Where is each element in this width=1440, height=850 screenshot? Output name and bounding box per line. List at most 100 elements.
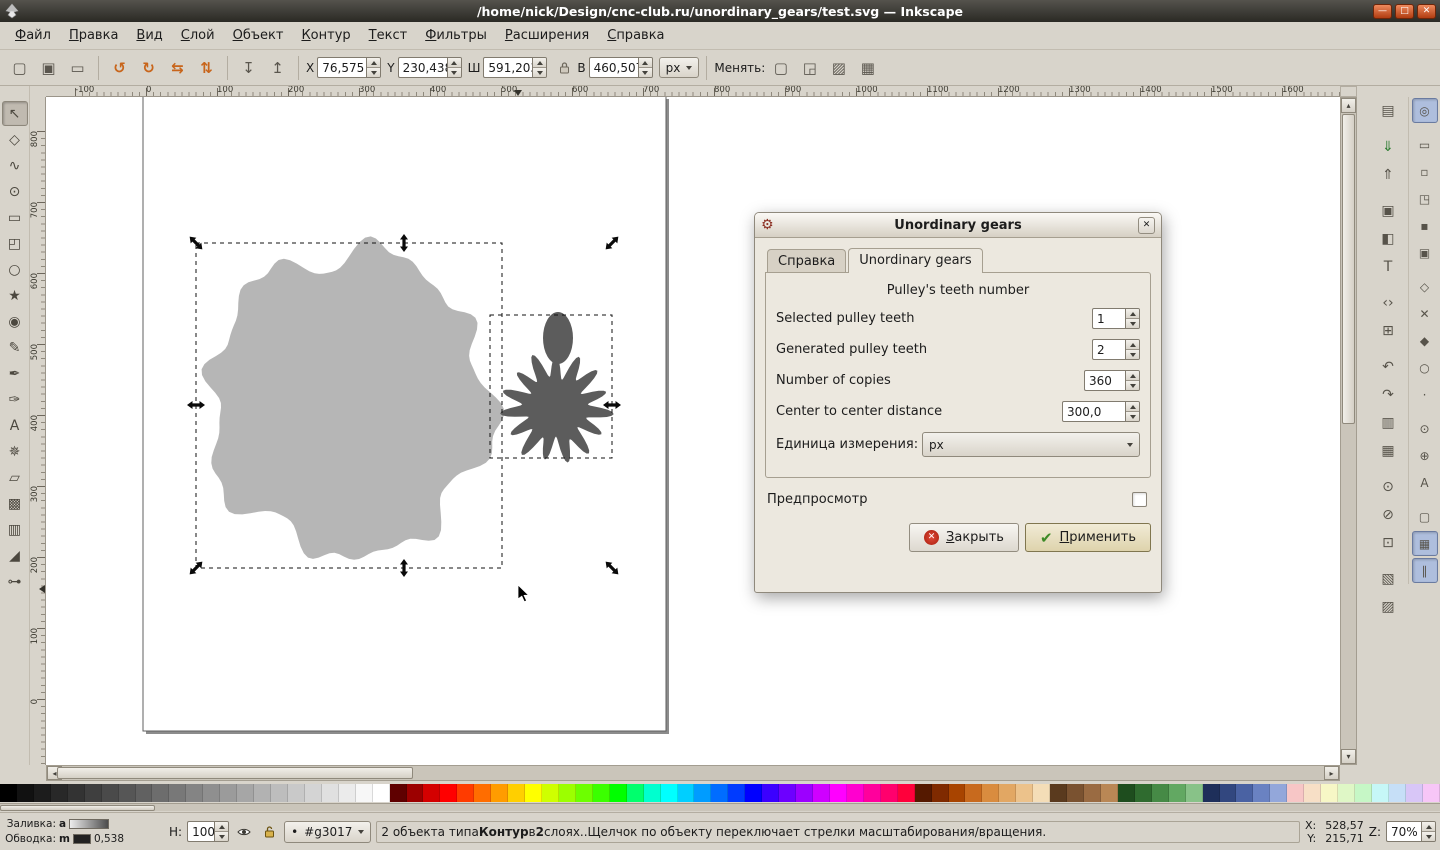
palette-swatch[interactable]: [135, 784, 153, 802]
lock-aspect-ratio-toggle[interactable]: [555, 57, 573, 78]
text-tool[interactable]: A: [2, 413, 28, 438]
snap-nodes-toggle[interactable]: ◇: [1412, 274, 1438, 299]
menu-item-8[interactable]: Фильтры: [416, 24, 496, 47]
scale-corners-toggle[interactable]: ◲: [796, 54, 823, 81]
dialog-field-spinbox[interactable]: 2: [1092, 339, 1140, 360]
maximize-button[interactable]: □: [1395, 3, 1414, 19]
palette-swatch[interactable]: [1405, 784, 1423, 802]
palette-swatch[interactable]: [372, 784, 390, 802]
palette-swatch[interactable]: [575, 784, 593, 802]
palette-swatch[interactable]: [779, 784, 797, 802]
icon-preview-button[interactable]: ▧: [1375, 566, 1402, 592]
palette-swatch[interactable]: [1202, 784, 1220, 802]
palette-swatch[interactable]: [1134, 784, 1152, 802]
palette-swatch[interactable]: [931, 784, 949, 802]
palette-swatch[interactable]: [626, 784, 644, 802]
palette-swatch[interactable]: [287, 784, 305, 802]
units-dropdown[interactable]: px: [658, 57, 700, 78]
scroll-down-button[interactable]: ▾: [1341, 749, 1356, 764]
y-spinbox[interactable]: 230,438: [397, 57, 462, 78]
palette-swatch[interactable]: [1050, 784, 1068, 802]
palette-swatch[interactable]: [525, 784, 542, 802]
scale-stroke-toggle[interactable]: ▢: [767, 54, 794, 81]
spin-up-button[interactable]: [215, 822, 229, 831]
palette-swatch[interactable]: [609, 784, 627, 802]
menu-item-4[interactable]: Слой: [172, 24, 224, 47]
snap-bbox-edges-toggle[interactable]: ▫: [1412, 159, 1438, 184]
palette-swatch[interactable]: [33, 784, 51, 802]
tab-unordinary-gears[interactable]: Unordinary gears: [848, 248, 983, 273]
palette-swatch[interactable]: [355, 784, 373, 802]
dialog-field-spinbox[interactable]: 300,0: [1062, 401, 1140, 422]
palette-swatch[interactable]: [677, 784, 695, 802]
palette-swatch[interactable]: [237, 784, 255, 802]
palette-swatch[interactable]: [660, 784, 678, 802]
menu-item-3[interactable]: Вид: [127, 24, 171, 47]
palette-swatch[interactable]: [321, 784, 339, 802]
connector-tool[interactable]: ⊶: [2, 569, 28, 594]
duplicate-button[interactable]: ▥: [1375, 410, 1402, 436]
palette-swatch[interactable]: [863, 784, 881, 802]
snap-bbox-midpoints-toggle[interactable]: ▪: [1412, 213, 1438, 238]
menu-item-6[interactable]: Контур: [292, 24, 359, 47]
palette-swatch[interactable]: [16, 784, 34, 802]
palette-swatch[interactable]: [118, 784, 136, 802]
palette-swatch[interactable]: [1151, 784, 1169, 802]
dialog-field-entry[interactable]: 2: [1092, 339, 1126, 360]
palette-swatch[interactable]: [474, 784, 492, 802]
spin-up-button[interactable]: [1126, 340, 1139, 349]
palette-swatch[interactable]: [694, 784, 712, 802]
palette-swatch[interactable]: [1388, 784, 1406, 802]
fill-stroke-indicator[interactable]: Заливка: a Обводка: m 0,538: [4, 817, 164, 847]
spin-down-button[interactable]: [1126, 411, 1139, 421]
flip-horizontal-button[interactable]: ⇆: [164, 54, 191, 81]
palette-swatch[interactable]: [186, 784, 204, 802]
horizontal-scrollbar[interactable]: ◂ ▸: [46, 765, 1340, 781]
palette-swatch[interactable]: [203, 784, 221, 802]
palette-swatch[interactable]: [1168, 784, 1186, 802]
spinner[interactable]: [367, 57, 382, 78]
titlebar[interactable]: /home/nick/Design/cnc-club.ru/unordinary…: [0, 0, 1440, 22]
spinner[interactable]: [215, 821, 230, 842]
palette-swatch[interactable]: [406, 784, 424, 802]
palette-swatch[interactable]: [338, 784, 356, 802]
spinner[interactable]: [533, 57, 548, 78]
spray-tool[interactable]: ✵: [2, 439, 28, 464]
raise-to-top-button[interactable]: ↥: [264, 54, 291, 81]
paste-button[interactable]: ▤: [1375, 98, 1402, 124]
spin-up-button[interactable]: [367, 58, 381, 67]
palette-swatch[interactable]: [1270, 784, 1288, 802]
palette-swatch[interactable]: [1287, 784, 1305, 802]
spin-down-button[interactable]: [1422, 831, 1435, 841]
preview-checkbox[interactable]: [1132, 492, 1147, 507]
spin-down-button[interactable]: [1126, 318, 1139, 328]
snap-bbox-corners-toggle[interactable]: ◳: [1412, 186, 1438, 211]
spin-up-button[interactable]: [638, 58, 652, 67]
palette-swatch[interactable]: [0, 784, 17, 802]
h-spinbox[interactable]: 460,507: [588, 57, 653, 78]
menu-item-10[interactable]: Справка: [598, 24, 673, 47]
spinner[interactable]: [1422, 821, 1436, 842]
palette-swatch[interactable]: [423, 784, 441, 802]
palette-swatch[interactable]: [1371, 784, 1389, 802]
x-spinbox[interactable]: 76,575: [317, 57, 382, 78]
scrollbar-corner-button[interactable]: [1340, 86, 1357, 97]
palette-swatch[interactable]: [1084, 784, 1101, 802]
palette-swatch[interactable]: [592, 784, 610, 802]
text-dialog-button[interactable]: T: [1375, 254, 1402, 280]
palette-swatch[interactable]: [846, 784, 864, 802]
spin-down-button[interactable]: [367, 67, 381, 77]
align-dialog-button[interactable]: ⊞: [1375, 318, 1402, 344]
rectangle-tool[interactable]: ▭: [2, 205, 28, 230]
palette-swatch[interactable]: [1016, 784, 1034, 802]
palette-swatch[interactable]: [829, 784, 847, 802]
spinner[interactable]: [1126, 370, 1140, 391]
spinner[interactable]: [1126, 308, 1140, 329]
palette-swatch[interactable]: [389, 784, 407, 802]
palette-swatch[interactable]: [1067, 784, 1084, 802]
palette-swatch[interactable]: [1422, 784, 1440, 802]
horizontal-ruler[interactable]: -100 0 100 200 300 400 500 600 700 800 900 1000 1100…: [46, 86, 1340, 97]
menu-item-5[interactable]: Объект: [224, 24, 293, 47]
layer-lock-toggle[interactable]: [259, 822, 279, 842]
calligraphy-tool[interactable]: ✑: [2, 387, 28, 412]
